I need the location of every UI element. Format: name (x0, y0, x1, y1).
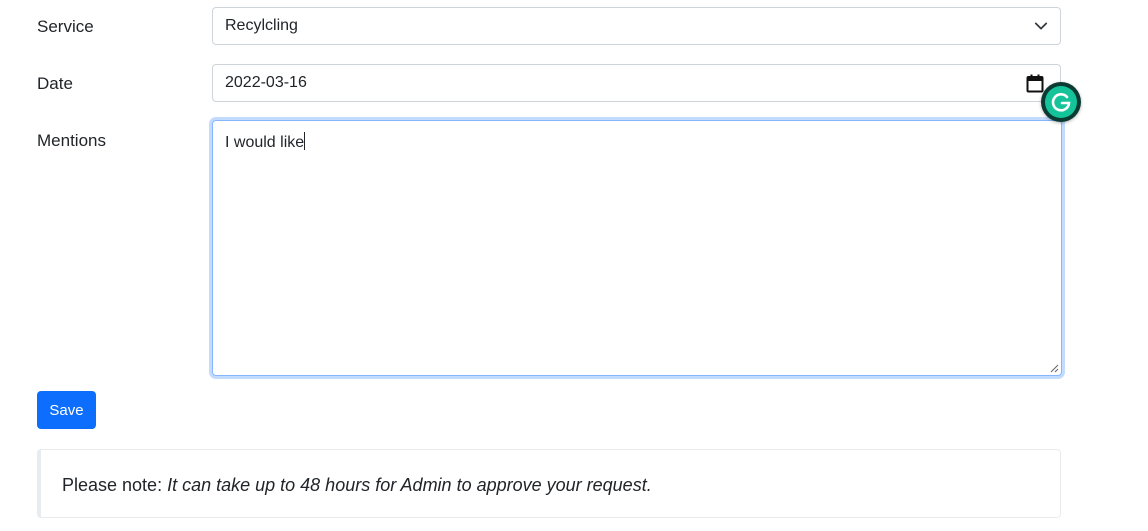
approval-note: Please note: It can take up to 48 hours … (37, 449, 1061, 518)
mentions-label: Mentions (37, 131, 106, 150)
mentions-textarea-value: I would like (225, 132, 306, 151)
grammarly-icon[interactable] (1041, 82, 1081, 122)
note-message: It can take up to 48 hours for Admin to … (167, 475, 652, 495)
text-caret (304, 132, 306, 150)
grammarly-g-icon (1051, 93, 1071, 112)
service-select-value: Recylcling (225, 17, 298, 34)
resize-handle-icon[interactable] (1049, 363, 1059, 373)
date-input-value: 2022-03-16 (225, 74, 307, 91)
date-input[interactable]: 2022-03-16 (212, 64, 1061, 102)
note-prefix: Please note: (62, 475, 168, 495)
service-select[interactable]: Recylcling (212, 7, 1061, 45)
save-button[interactable]: Save (37, 391, 96, 429)
mentions-textarea[interactable]: I would like (212, 120, 1062, 376)
approval-note-text: Please note: It can take up to 48 hours … (62, 475, 652, 496)
date-label: Date (37, 74, 73, 93)
chevron-down-icon (1034, 22, 1048, 30)
service-label: Service (37, 17, 94, 36)
